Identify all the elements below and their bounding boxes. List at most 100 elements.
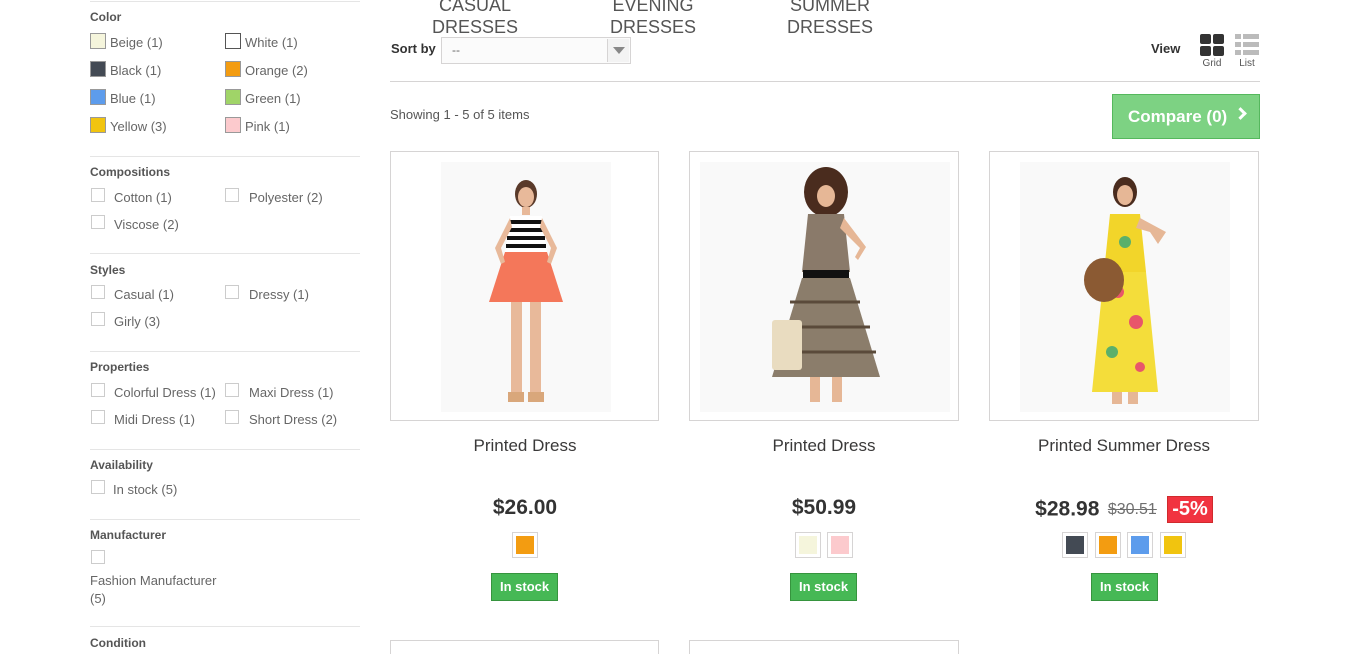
color-swatch-pink[interactable] — [827, 532, 854, 558]
filter-option-label[interactable]: Colorful Dress (1) — [114, 385, 216, 400]
filter-option-label[interactable]: Casual (1) — [114, 287, 174, 302]
grid-view-button[interactable]: Grid — [1197, 34, 1227, 72]
dress-photo-icon[interactable] — [391, 152, 659, 421]
color-swatch-orange[interactable] — [1094, 532, 1121, 558]
list-view-button[interactable]: List — [1232, 34, 1262, 72]
color-option-label[interactable]: Beige (1) — [110, 35, 163, 50]
color-swatch-pink[interactable] — [225, 117, 241, 133]
checkbox-short-dress[interactable] — [225, 410, 239, 424]
filter-option-label[interactable]: Girly (3) — [114, 314, 160, 329]
product-name[interactable]: Printed Dress — [390, 436, 660, 456]
color-swatch-yellow[interactable] — [1159, 532, 1186, 558]
color-swatch-blue[interactable] — [90, 89, 106, 105]
filter-option-label[interactable]: Polyester (2) — [249, 190, 323, 205]
checkbox-fashion-manufacturer[interactable] — [91, 550, 105, 564]
checkbox-girly[interactable] — [91, 312, 105, 326]
product-image[interactable] — [989, 151, 1259, 421]
filter-title-styles: Styles — [90, 263, 126, 277]
checkbox-maxi-dress[interactable] — [225, 383, 239, 397]
sort-value[interactable]: -- — [452, 43, 460, 57]
color-swatch-yellow[interactable] — [90, 117, 106, 133]
price-row: $26.00 — [390, 496, 660, 520]
color-swatch-green[interactable] — [225, 89, 241, 105]
color-swatch-black[interactable] — [1062, 532, 1089, 558]
list-icon[interactable] — [1235, 34, 1259, 56]
category-link-summer[interactable]: SUMMER DRESSES — [760, 0, 900, 38]
checkbox-dressy[interactable] — [225, 285, 239, 299]
product-price: $26.00 — [492, 496, 558, 519]
color-option-label[interactable]: White (1) — [245, 35, 298, 50]
category-label[interactable]: EVENING DRESSES — [610, 0, 696, 37]
color-swatch-beige[interactable] — [794, 532, 821, 558]
grid-view-label[interactable]: Grid — [1197, 58, 1227, 69]
swatch-fill[interactable] — [1131, 536, 1150, 554]
compare-button[interactable]: Compare (0) — [1112, 94, 1260, 139]
filter-option-label[interactable]: Dressy (1) — [249, 287, 309, 302]
filter-option-label-line[interactable]: (5) — [90, 590, 230, 608]
color-option-label[interactable]: Blue (1) — [110, 91, 156, 106]
dress-photo-icon[interactable] — [990, 152, 1259, 421]
swatch-fill[interactable] — [831, 536, 850, 554]
product-name[interactable]: Printed Dress — [689, 436, 959, 456]
swatch-fill[interactable] — [798, 536, 817, 554]
color-option-label[interactable]: Orange (2) — [245, 63, 308, 78]
filter-title-condition: Condition — [90, 636, 146, 650]
swatch-fill[interactable] — [1163, 536, 1182, 554]
category-label[interactable]: SUMMER DRESSES — [787, 0, 873, 37]
category-label[interactable]: CASUAL DRESSES — [432, 0, 518, 37]
filter-option-label-line[interactable]: Fashion Manufacturer — [90, 572, 230, 590]
product-card — [390, 640, 659, 654]
category-link-evening[interactable]: EVENING DRESSES — [583, 0, 723, 38]
filter-option-label[interactable]: Midi Dress (1) — [114, 412, 195, 427]
price-row: $50.99 — [689, 496, 959, 520]
discount-badge: -5% — [1167, 496, 1213, 523]
filter-option-label[interactable]: Maxi Dress (1) — [249, 385, 334, 400]
swatch-fill[interactable] — [1098, 536, 1117, 554]
category-link-casual[interactable]: CASUAL DRESSES — [405, 0, 545, 38]
filter-option-label[interactable]: Cotton (1) — [114, 190, 172, 205]
color-swatch-orange[interactable] — [225, 61, 241, 77]
filter-option-label[interactable]: Viscose (2) — [114, 217, 179, 232]
filter-option-label[interactable]: Fashion Manufacturer (5) — [90, 572, 230, 608]
filter-title-availability: Availability — [90, 458, 153, 472]
swatch-fill[interactable] — [516, 536, 534, 554]
filter-option-label[interactable]: Short Dress (2) — [249, 412, 337, 427]
product-name[interactable]: Printed Summer Dress — [989, 436, 1259, 456]
divider — [90, 626, 360, 627]
checkbox-cotton[interactable] — [91, 188, 105, 202]
filter-title-compositions: Compositions — [90, 165, 170, 179]
divider — [90, 519, 360, 520]
checkbox-midi-dress[interactable] — [91, 410, 105, 424]
checkbox-in-stock[interactable] — [91, 480, 105, 494]
color-swatch-beige[interactable] — [90, 33, 106, 49]
color-swatch-black[interactable] — [90, 61, 106, 77]
color-swatch-blue[interactable] — [1127, 532, 1154, 558]
filter-title-manufacturer: Manufacturer — [90, 528, 167, 542]
filter-option-label[interactable]: In stock (5) — [113, 482, 177, 497]
color-option-label[interactable]: Green (1) — [245, 91, 301, 106]
swatch-fill[interactable] — [1066, 536, 1085, 554]
list-view-label[interactable]: List — [1232, 58, 1262, 69]
checkbox-polyester[interactable] — [225, 188, 239, 202]
compare-label[interactable]: Compare (0) — [1128, 107, 1227, 127]
chevron-down-icon[interactable] — [607, 39, 629, 62]
stock-badge: In stock — [1091, 573, 1159, 601]
product-card — [689, 640, 959, 654]
checkbox-casual[interactable] — [91, 285, 105, 299]
color-option-label[interactable]: Black (1) — [110, 63, 161, 78]
divider — [90, 1, 360, 2]
dress-photo-icon[interactable] — [690, 152, 959, 421]
checkbox-colorful-dress[interactable] — [91, 383, 105, 397]
chevron-right-icon[interactable] — [1234, 107, 1247, 120]
color-swatch-orange[interactable] — [512, 532, 538, 558]
grid-icon[interactable] — [1200, 34, 1224, 56]
checkbox-viscose[interactable] — [91, 215, 105, 229]
divider — [390, 81, 1260, 82]
color-option-label[interactable]: Yellow (3) — [110, 119, 167, 134]
product-image[interactable] — [689, 151, 959, 421]
product-image[interactable] — [390, 151, 659, 421]
results-count: Showing 1 - 5 of 5 items — [390, 107, 530, 122]
color-option-label[interactable]: Pink (1) — [245, 119, 290, 134]
sort-select[interactable]: -- — [441, 37, 631, 64]
color-swatch-white[interactable] — [225, 33, 241, 49]
